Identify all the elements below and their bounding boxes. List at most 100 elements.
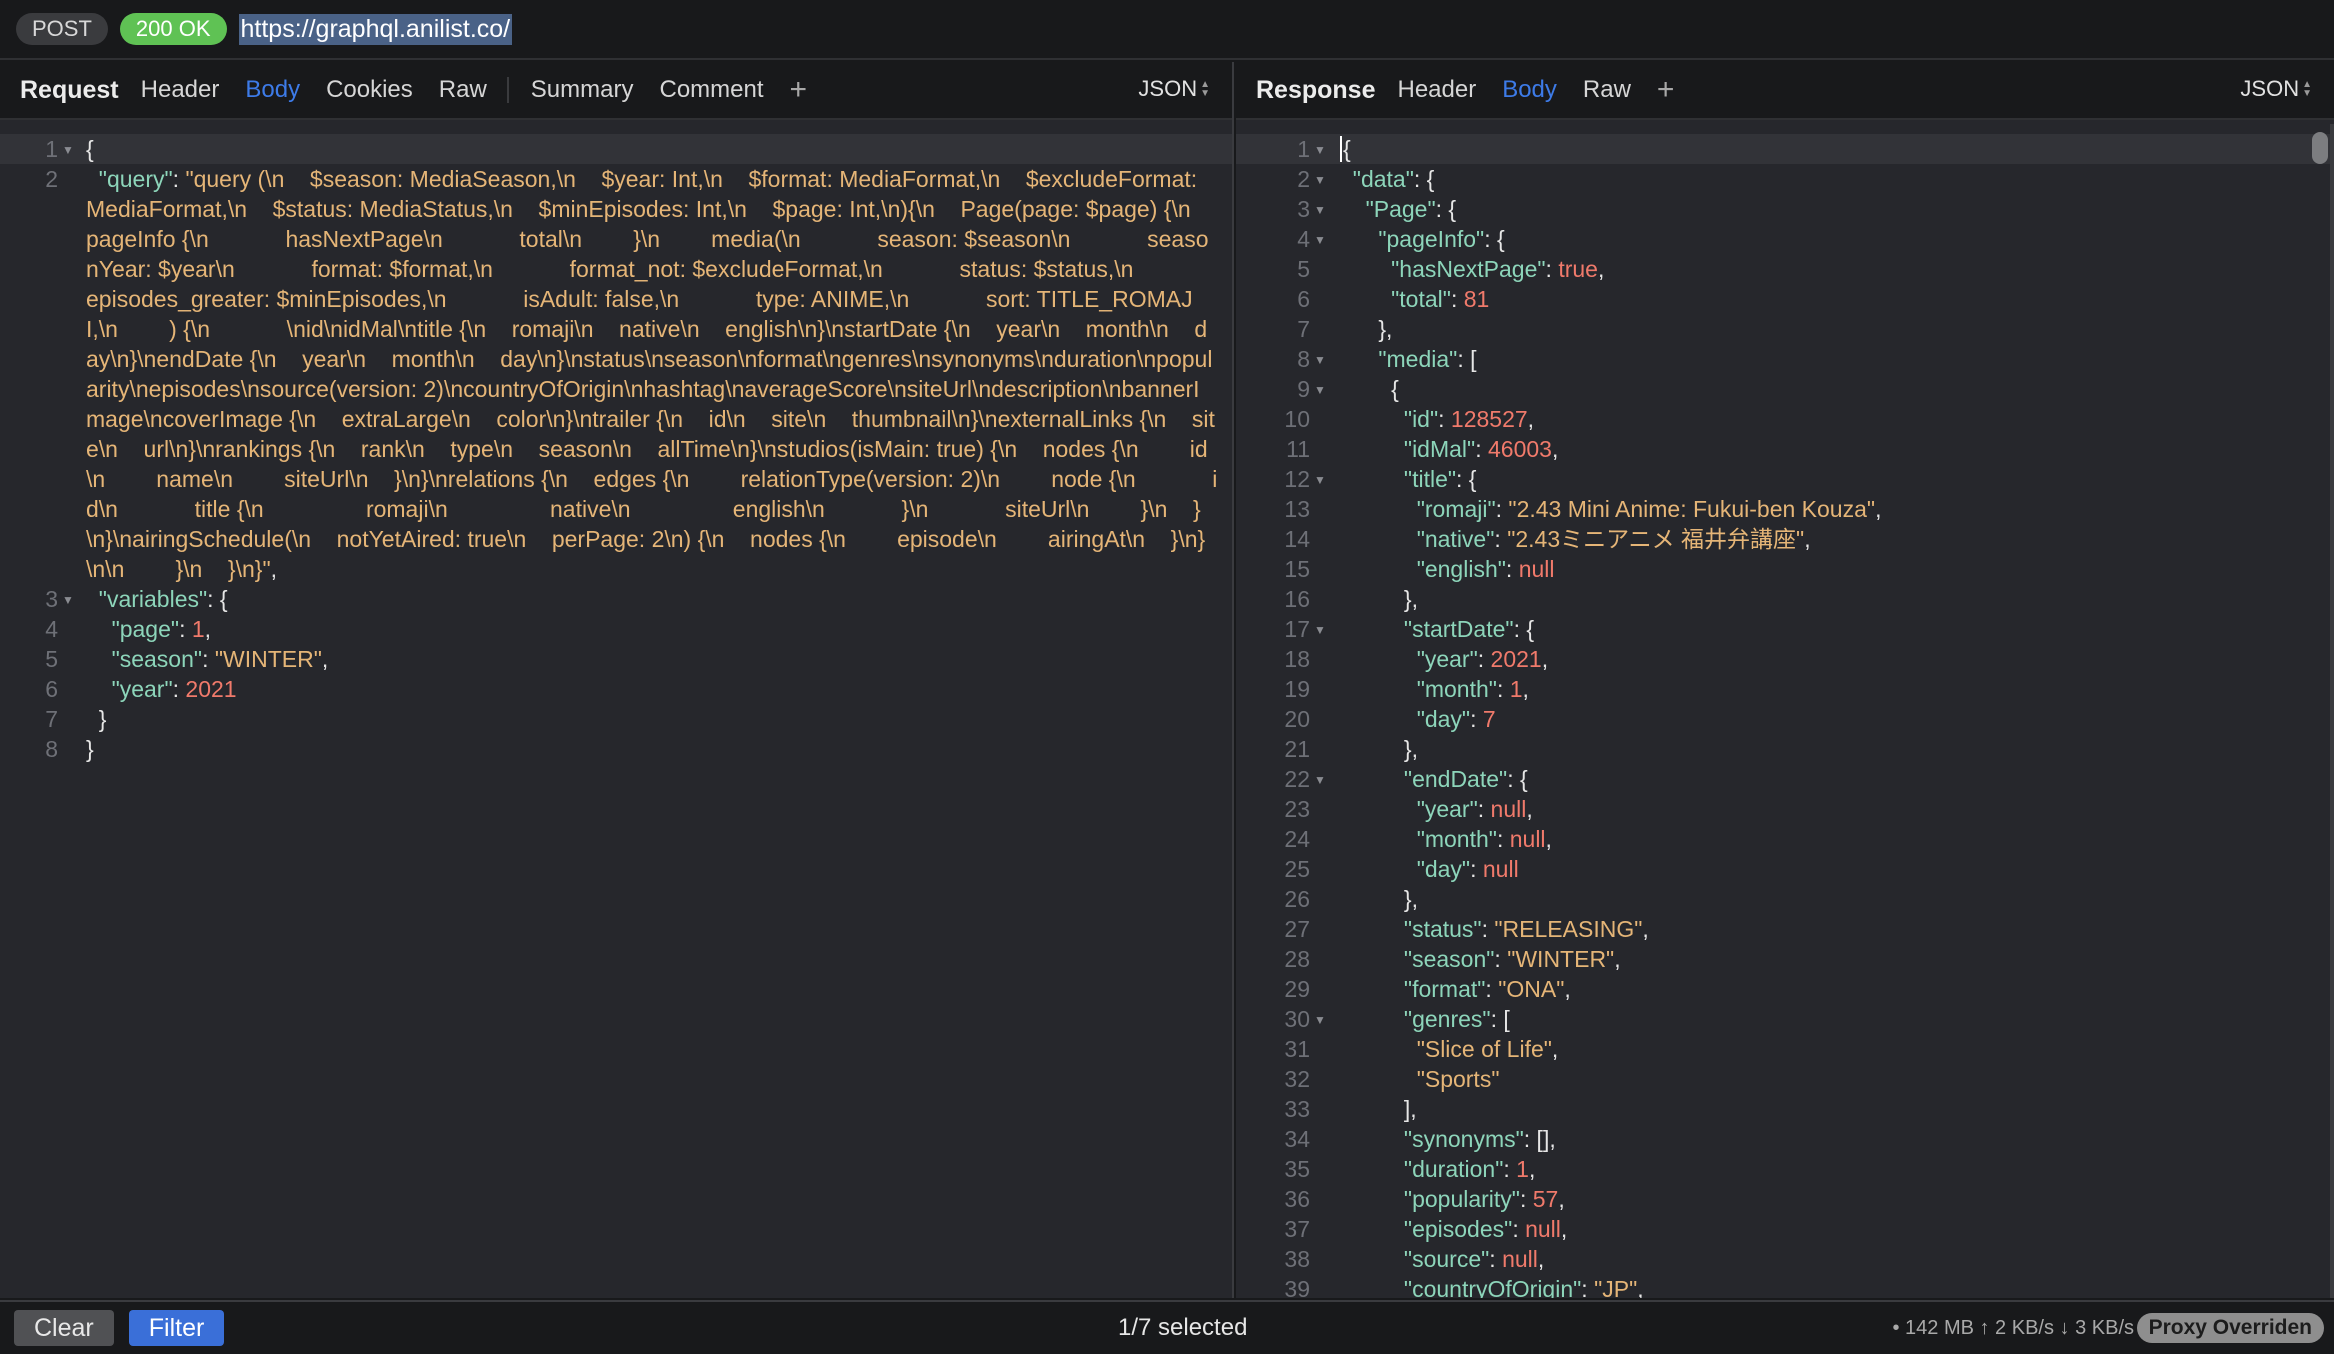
fold-toggle-icon[interactable]: ▼ [1314, 345, 1326, 375]
fold-toggle-icon[interactable]: ▼ [1314, 615, 1326, 645]
add-tab-icon[interactable]: + [1657, 75, 1675, 105]
line-number: 21 [1284, 736, 1310, 762]
proxy-status-badge[interactable]: Proxy Overriden [2136, 1313, 2324, 1343]
fold-toggle-icon[interactable]: ▼ [62, 135, 74, 165]
chevron-updown-icon: ▲ ▼ [2302, 79, 2312, 99]
response-code-line: 37 "episodes": null, [1236, 1214, 2334, 1244]
fold-toggle-icon[interactable]: ▼ [1314, 1005, 1326, 1035]
code-text: "episodes": null, [1403, 1216, 1568, 1242]
fold-toggle-icon[interactable]: ▼ [62, 585, 74, 615]
request-pane: Request Header Body Cookies Raw Summary … [0, 62, 1234, 1298]
tab-request-summary[interactable]: Summary [531, 76, 634, 104]
line-number: 16 [1284, 586, 1310, 612]
tab-response-body[interactable]: Body [1502, 76, 1557, 104]
scrollbar-thumb[interactable] [2312, 132, 2328, 164]
line-number: 24 [1284, 826, 1310, 852]
line-number: 11 [1286, 436, 1310, 462]
code-text: "startDate": { [1403, 616, 1535, 642]
line-number: 37 [1284, 1216, 1310, 1242]
code-text: } [98, 706, 107, 732]
method-badge: POST [16, 13, 108, 45]
code-text: { [86, 136, 94, 162]
code-text: { [1391, 376, 1399, 402]
response-code-line: 27 "status": "RELEASING", [1236, 914, 2334, 944]
line-number: 38 [1284, 1246, 1310, 1272]
tab-response-raw[interactable]: Raw [1583, 76, 1631, 104]
tab-request-header[interactable]: Header [141, 76, 220, 104]
request-code-line: 1 ▼ { [0, 134, 1232, 164]
response-code-line: 24 "month": null, [1236, 824, 2334, 854]
response-code-line: 1 ▼ { [1236, 134, 2334, 164]
response-code-line: 36 "popularity": 57, [1236, 1184, 2334, 1214]
response-code-line: 7 }, [1236, 314, 2334, 344]
line-number: 17 [1284, 616, 1310, 642]
response-tab-bar: Response Header Body Raw + JSON ▲ ▼ [1236, 62, 2334, 120]
response-code-line: 23 "year": null, [1236, 794, 2334, 824]
code-text: }, [1378, 316, 1393, 342]
line-number: 33 [1284, 1096, 1310, 1122]
scrollbar-track[interactable] [2330, 124, 2334, 1298]
response-code-line: 25 "day": null [1236, 854, 2334, 884]
add-tab-icon[interactable]: + [790, 75, 808, 105]
fold-toggle-icon[interactable]: ▼ [1314, 195, 1326, 225]
response-code-line: 26 }, [1236, 884, 2334, 914]
code-text: "synonyms": [], [1403, 1126, 1556, 1152]
url-field[interactable]: https://graphql.anilist.co/ [238, 13, 513, 45]
code-text: "idMal": 46003, [1403, 436, 1559, 462]
line-number: 1 [1297, 136, 1310, 162]
code-text: "countryOfOrigin": "JP", [1403, 1276, 1644, 1298]
tab-request-raw[interactable]: Raw [439, 76, 487, 104]
response-code-line: 33 ], [1236, 1094, 2334, 1124]
code-text: "popularity": 57, [1403, 1186, 1565, 1212]
line-number: 35 [1284, 1156, 1310, 1182]
code-text: "year": 2021 [111, 676, 237, 702]
code-text: "Page": { [1365, 196, 1457, 222]
code-text: "hasNextPage": true, [1391, 256, 1605, 282]
tab-request-comment[interactable]: Comment [659, 76, 763, 104]
line-number: 1 [45, 136, 58, 162]
request-format-select[interactable]: JSON ▲ ▼ [1138, 76, 1210, 102]
chevron-updown-icon: ▲ ▼ [1200, 79, 1210, 99]
response-code-line: 17 ▼ "startDate": { [1236, 614, 2334, 644]
line-number: 8 [1297, 346, 1310, 372]
request-tab-bar: Request Header Body Cookies Raw Summary … [0, 62, 1232, 120]
line-number: 22 [1284, 766, 1310, 792]
response-format-label: JSON [2240, 76, 2300, 101]
bottom-bar: Clear Filter 1/7 selected • 142 MB ↑ 2 K… [0, 1300, 2334, 1354]
code-text: "variables": { [98, 586, 228, 612]
selection-count: 1/7 selected [1118, 1314, 1248, 1341]
response-code-line: 34 "synonyms": [], [1236, 1124, 2334, 1154]
code-text: "month": 1, [1416, 676, 1529, 702]
code-text: "day": null [1416, 856, 1519, 882]
line-number: 23 [1284, 796, 1310, 822]
code-text: "season": "WINTER", [1403, 946, 1621, 972]
code-text: "genres": [ [1403, 1006, 1510, 1032]
fold-toggle-icon[interactable]: ▼ [1314, 765, 1326, 795]
code-text: "year": null, [1416, 796, 1533, 822]
request-code-line: 8} [0, 734, 1232, 764]
request-code-line: 4 "page": 1, [0, 614, 1232, 644]
line-number: 8 [45, 736, 58, 762]
fold-toggle-icon[interactable]: ▼ [1314, 225, 1326, 255]
response-body-viewer[interactable]: 1 ▼{2 ▼ "data": {3 ▼ "Page": {4 ▼ "pageInfo"… [1236, 124, 2334, 1298]
response-code-line: 14 "native": "2.43ミニアニメ 福井弁講座", [1236, 524, 2334, 554]
fold-toggle-icon[interactable]: ▼ [1314, 465, 1326, 495]
fold-toggle-icon[interactable]: ▼ [1314, 135, 1326, 165]
filter-button[interactable]: Filter [128, 1310, 225, 1346]
response-pane: Response Header Body Raw + JSON ▲ ▼ 1 ▼{2 ▼… [1236, 62, 2334, 1298]
tab-request-cookies[interactable]: Cookies [326, 76, 413, 104]
line-number: 26 [1284, 886, 1310, 912]
fold-toggle-icon[interactable]: ▼ [1314, 165, 1326, 195]
clear-button[interactable]: Clear [14, 1310, 114, 1346]
line-number: 3 [45, 586, 58, 612]
response-code-line: 19 "month": 1, [1236, 674, 2334, 704]
tab-response-header[interactable]: Header [1397, 76, 1476, 104]
response-format-select[interactable]: JSON ▲ ▼ [2240, 76, 2312, 102]
tab-request-body[interactable]: Body [245, 76, 300, 104]
line-number: 4 [45, 616, 58, 642]
fold-toggle-icon[interactable]: ▼ [1314, 375, 1326, 405]
code-text: "media": [ [1378, 346, 1477, 372]
request-body-editor[interactable]: 1 ▼{2 "query": "query (\n $season: MediaS… [0, 124, 1232, 1298]
line-number: 25 [1284, 856, 1310, 882]
response-code-line: 13 "romaji": "2.43 Mini Anime: Fukui-ben… [1236, 494, 2334, 524]
